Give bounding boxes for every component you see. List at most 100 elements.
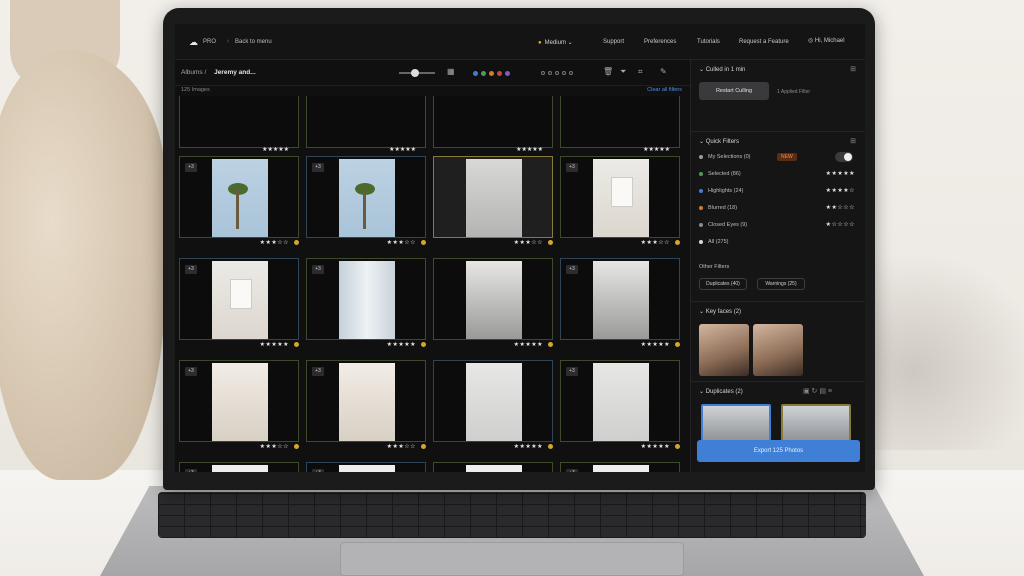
star-rating[interactable]: ★★★☆☆ — [514, 239, 543, 246]
grid-cell[interactable]: ★★★☆☆ — [433, 156, 553, 246]
key-faces-header[interactable]: ⌄ Key faces (2) — [699, 308, 741, 315]
star-rating[interactable]: ★★★★★ — [641, 443, 670, 450]
nav-request-feature[interactable]: Request a Feature — [739, 39, 789, 45]
flag-dot[interactable] — [548, 240, 553, 245]
grid-cell[interactable]: +3 ★★★☆☆ — [306, 360, 426, 450]
filter-row[interactable]: Blurred (18) ★★☆☆☆ — [699, 205, 859, 215]
grid-view-icon[interactable]: ▦ — [447, 67, 455, 76]
photo-thumbnail[interactable] — [593, 261, 649, 339]
photo-thumbnail[interactable] — [593, 363, 649, 441]
flag-dot[interactable] — [675, 444, 680, 449]
applied-filter-label[interactable]: 1 Applied Filter — [777, 89, 810, 95]
photo-thumbnail[interactable] — [466, 363, 522, 441]
user-menu[interactable]: ◎ Hi, Michael — [808, 37, 845, 44]
crop-icon[interactable]: ⌗ — [638, 67, 643, 77]
grid-cell[interactable]: +3 ★★★★★ — [306, 258, 426, 348]
star-rating[interactable]: ★★★☆☆ — [387, 239, 416, 246]
duplicates-header[interactable]: ⌄ Duplicates (2) — [699, 388, 743, 395]
color-filter-orange[interactable] — [489, 71, 494, 76]
trash-icon[interactable]: 🗑 — [603, 67, 613, 76]
info-icon[interactable]: ⊞ — [850, 65, 856, 73]
duplicate-thumb-2[interactable] — [781, 404, 851, 444]
grid-cell[interactable]: ★★★★★ — [433, 258, 553, 348]
filter-row[interactable]: Highlights (24) ★★★★☆ — [699, 188, 859, 198]
grid-cell-partial[interactable] — [433, 96, 553, 148]
grid-cell[interactable]: +3 ★★★★★ — [179, 258, 299, 348]
filter-row[interactable]: All (275) — [699, 239, 859, 249]
grid-cell-partial[interactable] — [560, 96, 680, 148]
photo-thumbnail[interactable] — [466, 465, 522, 472]
grid-cell[interactable]: +3 — [306, 462, 426, 472]
grid-cell[interactable]: +3 — [179, 462, 299, 472]
star-filter-3[interactable] — [555, 71, 559, 75]
grid-cell[interactable]: +3 ★★★☆☆ — [179, 360, 299, 450]
grid-cell[interactable]: +3 ★★★★★ — [560, 360, 680, 450]
flag-dot[interactable] — [294, 444, 299, 449]
nav-support[interactable]: Support — [603, 39, 624, 45]
star-filter-5[interactable] — [569, 71, 573, 75]
photo-thumbnail[interactable] — [339, 363, 395, 441]
warnings-chip[interactable]: Warnings (25) — [757, 278, 805, 290]
photo-thumbnail[interactable] — [212, 465, 268, 472]
photo-thumbnail[interactable] — [339, 261, 395, 339]
star-rating[interactable]: ★★★★★ — [260, 341, 289, 348]
filter-icon[interactable]: ⏷ — [620, 67, 626, 77]
back-to-menu-link[interactable]: Back to menu — [235, 39, 272, 45]
export-button[interactable]: Export 125 Photos — [697, 440, 860, 462]
grid-cell[interactable]: +3 ★★★☆☆ — [179, 156, 299, 246]
grid-cell[interactable]: +3 ★★★★★ — [560, 258, 680, 348]
star-filter-2[interactable] — [548, 71, 552, 75]
flag-dot[interactable] — [294, 342, 299, 347]
flag-dot[interactable] — [548, 342, 553, 347]
app-logo-icon[interactable]: ☁ — [189, 37, 198, 48]
star-rating[interactable]: ★★★☆☆ — [260, 443, 289, 450]
photo-thumbnail[interactable] — [339, 465, 395, 472]
selections-toggle[interactable] — [835, 152, 853, 162]
quality-dropdown[interactable]: ● Medium ⌄ — [538, 39, 573, 46]
photo-thumbnail[interactable] — [339, 159, 395, 237]
nav-tutorials[interactable]: Tutorials — [697, 39, 720, 45]
color-filter-purple[interactable] — [505, 71, 510, 76]
grid-cell[interactable]: +3 ★★★☆☆ — [306, 156, 426, 246]
grid-cell[interactable] — [433, 462, 553, 472]
flag-dot[interactable] — [548, 444, 553, 449]
photo-thumbnail[interactable] — [466, 261, 522, 339]
star-rating[interactable]: ★★★☆☆ — [387, 443, 416, 450]
star-rating[interactable]: ★★★★★ — [387, 341, 416, 348]
restart-culling-button[interactable]: Restart Culling — [699, 82, 769, 100]
color-filter-blue[interactable] — [473, 71, 478, 76]
grid-cell-partial[interactable] — [306, 96, 426, 148]
view-toggle-icons[interactable]: ▣ ↻ ▤ ≡ — [803, 387, 832, 395]
photo-thumbnail[interactable] — [466, 159, 522, 237]
slider-knob[interactable] — [411, 69, 419, 77]
star-rating[interactable]: ★★★★★ — [514, 341, 543, 348]
star-filter-4[interactable] — [562, 71, 566, 75]
flag-dot[interactable] — [675, 342, 680, 347]
filter-row[interactable]: Closed Eyes (9) ★☆☆☆☆ — [699, 222, 859, 232]
star-filter-1[interactable] — [541, 71, 545, 75]
filter-row[interactable]: Selected (86) ★★★★★ — [699, 171, 859, 181]
edit-icon[interactable]: ✎ — [660, 67, 667, 76]
photo-thumbnail[interactable] — [593, 465, 649, 472]
key-face-2[interactable] — [753, 324, 803, 376]
grid-cell-partial[interactable] — [179, 96, 299, 148]
grid-cell[interactable]: +3 ★★★☆☆ — [560, 156, 680, 246]
quick-filters-header[interactable]: ⌄ Quick Filters — [699, 138, 739, 145]
grid-cell[interactable]: +3 — [560, 462, 680, 472]
photo-thumbnail[interactable] — [212, 363, 268, 441]
star-rating[interactable]: ★★★☆☆ — [260, 239, 289, 246]
star-rating[interactable]: ★★★★★ — [641, 341, 670, 348]
thumbnail-size-slider[interactable] — [399, 69, 435, 77]
photo-thumbnail[interactable] — [593, 159, 649, 237]
flag-dot[interactable] — [421, 342, 426, 347]
flag-dot[interactable] — [421, 240, 426, 245]
clear-filters-link[interactable]: Clear all filters — [647, 87, 682, 93]
more-icon[interactable]: ⊞ — [850, 137, 856, 145]
filter-row[interactable]: My Selections (0) NEW — [699, 152, 859, 164]
flag-dot[interactable] — [421, 444, 426, 449]
flag-dot[interactable] — [675, 240, 680, 245]
flag-dot[interactable] — [294, 240, 299, 245]
breadcrumb-albums[interactable]: Albums — [181, 69, 203, 76]
key-face-1[interactable] — [699, 324, 749, 376]
nav-preferences[interactable]: Preferences — [644, 39, 676, 45]
